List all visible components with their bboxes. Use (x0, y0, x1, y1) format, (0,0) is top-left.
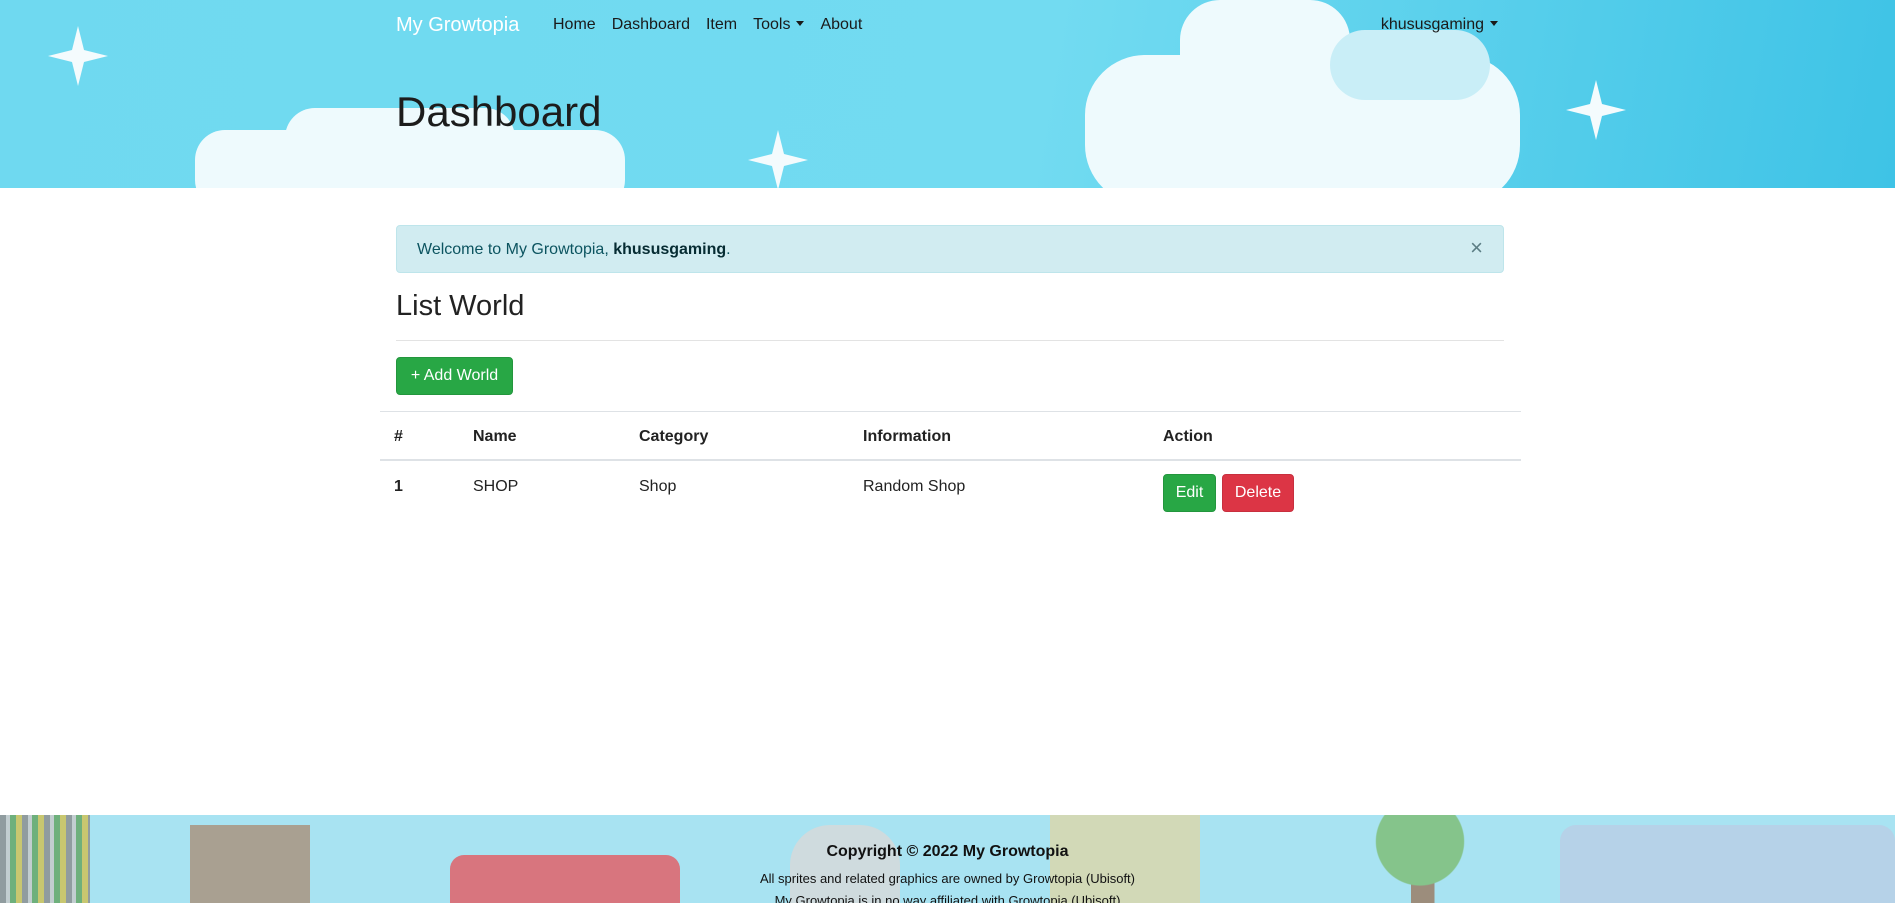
row-category: Shop (639, 478, 677, 495)
sparkle-icon (1566, 80, 1626, 140)
alert-suffix: . (726, 241, 731, 258)
pixel-bird-decoration (790, 825, 900, 903)
navbar: My Growtopia Home Dashboard Item Tools A… (396, 0, 1506, 52)
column-header-information: Information (863, 428, 951, 445)
pixel-sofa-decoration (1560, 825, 1895, 903)
divider (396, 340, 1504, 341)
footer-disclaimer: My Growtopia is in no way affiliated wit… (774, 893, 1121, 903)
close-icon[interactable]: × (1470, 237, 1483, 259)
nav-link-about[interactable]: About (812, 16, 870, 34)
nav-link-item[interactable]: Item (698, 16, 745, 34)
sparkle-icon (48, 26, 108, 86)
row-number: 1 (394, 478, 403, 495)
brand-link[interactable]: My Growtopia (396, 14, 519, 37)
footer: Copyright © 2022 My Growtopia All sprite… (0, 815, 1895, 903)
row-information: Random Shop (863, 478, 966, 495)
delete-button[interactable]: Delete (1222, 474, 1294, 512)
footer-copyright: Copyright © 2022 My Growtopia (826, 843, 1069, 860)
row-actions: Edit Delete (1163, 474, 1294, 512)
footer-ownership: All sprites and related graphics are own… (759, 871, 1135, 886)
alert-prefix: Welcome to My Growtopia, (417, 241, 614, 258)
worlds-table: # Name Category Information Action 1 SHO… (380, 411, 1521, 512)
add-world-button[interactable]: + Add World (396, 357, 513, 395)
row-name: SHOP (473, 478, 519, 495)
nav-link-tools-label: Tools (753, 16, 791, 33)
table-header: # Name Category Information Action (380, 411, 1521, 461)
column-header-name: Name (473, 428, 517, 445)
header-banner: My Growtopia Home Dashboard Item Tools A… (0, 0, 1895, 188)
column-header-action: Action (1163, 428, 1213, 445)
column-header-category: Category (639, 428, 709, 445)
pixel-chest-decoration (190, 825, 310, 903)
caret-down-icon (1490, 21, 1498, 26)
page-title: Dashboard (396, 88, 602, 135)
alert-message: Welcome to My Growtopia, khususgaming. (417, 241, 731, 259)
nav-link-dashboard[interactable]: Dashboard (604, 16, 698, 34)
alert-username: khususgaming (613, 241, 727, 258)
user-name: khususgaming (1380, 16, 1484, 33)
nav-link-tools[interactable]: Tools (745, 16, 812, 34)
caret-down-icon (796, 21, 805, 26)
welcome-alert: Welcome to My Growtopia, khususgaming. × (396, 225, 1504, 273)
section-title: List World (396, 290, 525, 322)
user-dropdown[interactable]: khususgaming (1381, 16, 1498, 34)
sparkle-icon (748, 130, 808, 188)
edit-button[interactable]: Edit (1163, 474, 1216, 512)
column-header-number: # (394, 428, 403, 445)
nav-links: Home Dashboard Item Tools About (545, 16, 870, 34)
nav-link-home[interactable]: Home (545, 16, 604, 34)
